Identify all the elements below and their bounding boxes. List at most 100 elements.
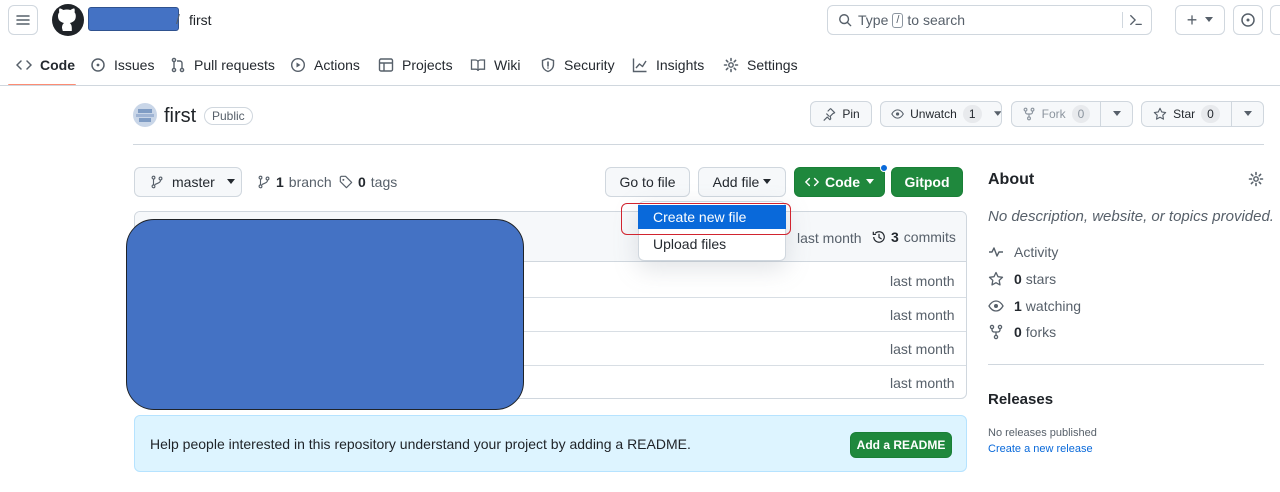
- plus-icon: +: [1186, 10, 1198, 30]
- commit-label: commits: [903, 229, 956, 245]
- branch-select-button[interactable]: master: [134, 167, 242, 197]
- code-button[interactable]: Code: [794, 167, 885, 197]
- add-readme-button[interactable]: Add a README: [850, 432, 952, 458]
- issue-opened-icon: [1241, 13, 1255, 27]
- tab-pull-requests[interactable]: Pull requests: [170, 52, 275, 78]
- caret-down-icon: [866, 179, 874, 184]
- repo-forked-icon: [1023, 107, 1035, 121]
- tab-settings[interactable]: Settings: [723, 52, 798, 78]
- star-count: 0: [1201, 105, 1220, 123]
- breadcrumb-repo-name[interactable]: first: [189, 12, 212, 28]
- add-file-button[interactable]: Add file: [698, 167, 786, 197]
- hamburger-icon: [16, 15, 30, 25]
- header-divider: [0, 85, 1280, 86]
- create-new-button[interactable]: +: [1175, 5, 1225, 35]
- tab-label: Pull requests: [194, 57, 275, 73]
- gear-icon[interactable]: [1248, 171, 1264, 187]
- fork-label: Fork: [1041, 107, 1066, 121]
- eye-icon: [988, 300, 1004, 312]
- watching-link[interactable]: 1 watching: [988, 298, 1081, 314]
- tag-count: 0: [358, 174, 366, 190]
- go-to-file-button[interactable]: Go to file: [605, 167, 690, 197]
- dropdown-upload-files[interactable]: Upload files: [638, 233, 786, 255]
- tab-label: Security: [564, 57, 615, 73]
- command-palette-icon[interactable]: [1129, 13, 1143, 27]
- branch-name: master: [172, 174, 215, 190]
- tab-projects[interactable]: Projects: [378, 52, 453, 78]
- branch-count: 1: [276, 174, 284, 190]
- star-icon: [988, 271, 1004, 286]
- fork-count: 0: [1071, 105, 1091, 123]
- search-key-hint: /: [892, 12, 904, 28]
- git-branch-icon: [258, 175, 270, 189]
- issue-opened-icon: [91, 58, 105, 72]
- commits-link[interactable]: 3 commits: [872, 229, 956, 245]
- pull-requests-shortcut-button[interactable]: [1270, 5, 1280, 35]
- pulse-icon: [989, 247, 1003, 257]
- caret-down-icon: [763, 179, 772, 184]
- search-divider: [1122, 12, 1123, 28]
- tab-issues[interactable]: Issues: [90, 52, 154, 78]
- tags-link[interactable]: 0 tags: [339, 174, 397, 190]
- search-placeholder-after: to search: [907, 12, 966, 28]
- branches-link[interactable]: 1 branch: [257, 174, 332, 190]
- stars-link[interactable]: 0 stars: [988, 271, 1056, 287]
- watching-count: 1: [1014, 298, 1022, 314]
- issues-shortcut-button[interactable]: [1233, 5, 1263, 35]
- page-title[interactable]: first: [164, 105, 196, 128]
- commit-time[interactable]: last month: [797, 230, 862, 246]
- caret-down-icon: [993, 111, 1001, 116]
- tag-label: tags: [370, 174, 398, 190]
- file-row-time[interactable]: last month: [890, 307, 955, 323]
- repo-forked-icon: [989, 324, 1003, 340]
- code-icon: [805, 177, 819, 187]
- file-row-time[interactable]: last month: [890, 273, 955, 289]
- tag-icon: [339, 175, 353, 189]
- gear-icon: [723, 57, 739, 73]
- shield-icon: [541, 57, 555, 73]
- tab-label: Code: [40, 57, 75, 73]
- readme-banner: Help people interested in this repositor…: [134, 415, 967, 472]
- star-button[interactable]: Star 0: [1141, 101, 1232, 127]
- tab-label: Projects: [402, 57, 453, 73]
- notification-dot: [880, 164, 888, 172]
- watching-text: 1 watching: [1014, 298, 1081, 314]
- fork-button[interactable]: Fork 0: [1011, 101, 1101, 127]
- watching-label: watching: [1025, 298, 1082, 314]
- github-logo-icon[interactable]: [52, 4, 84, 36]
- unwatch-button[interactable]: Unwatch 1: [880, 101, 1002, 127]
- search-input[interactable]: Type / to search: [827, 5, 1152, 35]
- stars-text: 0 stars: [1014, 271, 1056, 287]
- unwatch-label: Unwatch: [910, 107, 957, 121]
- file-row-time[interactable]: last month: [890, 341, 955, 357]
- git-pull-request-icon: [171, 57, 185, 73]
- forks-text: 0 forks: [1014, 324, 1056, 340]
- forks-link[interactable]: 0 forks: [988, 324, 1056, 340]
- menu-button[interactable]: [8, 5, 38, 35]
- star-icon: [1153, 107, 1167, 120]
- tab-code[interactable]: Code: [16, 52, 75, 78]
- tab-security[interactable]: Security: [540, 52, 615, 78]
- code-icon: [16, 60, 32, 70]
- caret-down-icon: [1112, 111, 1121, 116]
- upload-files-label: Upload files: [653, 236, 727, 252]
- releases-heading[interactable]: Releases: [988, 391, 1053, 408]
- stars-label: stars: [1025, 271, 1057, 287]
- branch-label: branch: [288, 174, 332, 190]
- about-heading: About: [988, 171, 1035, 188]
- fork-options-button[interactable]: [1100, 101, 1133, 127]
- pin-button[interactable]: Pin: [810, 101, 872, 127]
- tab-insights[interactable]: Insights: [632, 52, 704, 78]
- create-release-link[interactable]: Create a new release: [988, 443, 1093, 455]
- activity-link[interactable]: Activity: [988, 244, 1058, 260]
- tab-label: Wiki: [494, 57, 521, 73]
- tab-wiki[interactable]: Wiki: [470, 52, 520, 78]
- file-row-time[interactable]: last month: [890, 375, 955, 391]
- tab-actions[interactable]: Actions: [290, 52, 360, 78]
- star-options-button[interactable]: [1231, 101, 1264, 127]
- eye-icon: [891, 109, 904, 119]
- search-placeholder-before: Type: [858, 12, 889, 28]
- stars-count: 0: [1014, 271, 1022, 287]
- play-icon: [290, 57, 306, 73]
- gitpod-button[interactable]: Gitpod: [891, 167, 963, 197]
